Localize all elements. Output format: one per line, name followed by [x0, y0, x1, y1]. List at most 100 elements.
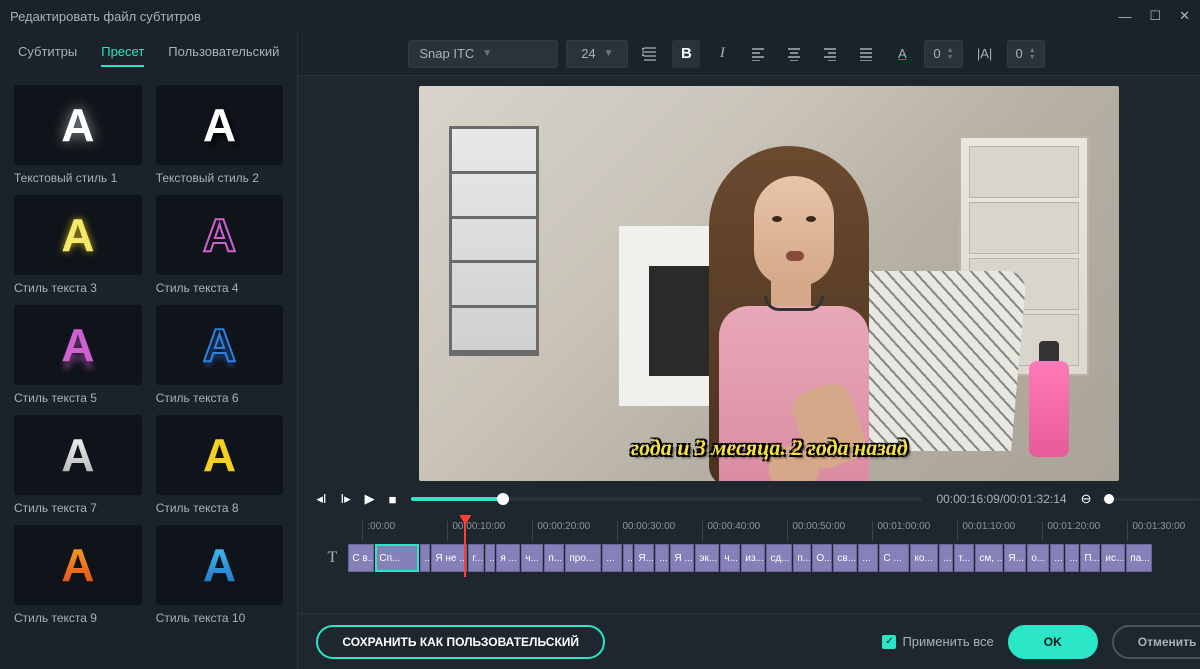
ruler-tick: 00:01:00:00	[872, 521, 957, 541]
preset-label: Стиль текста 5	[14, 391, 142, 405]
subtitle-clip[interactable]: Я...	[634, 544, 654, 572]
subtitle-clip[interactable]: ч...	[720, 544, 740, 572]
font-select-value: Snap ITC	[419, 46, 474, 61]
line-height-button[interactable]	[636, 40, 664, 68]
subtitle-clip[interactable]: о...	[1027, 544, 1049, 572]
play-button[interactable]: ▶	[365, 491, 375, 507]
subtitle-clip[interactable]: т...	[954, 544, 974, 572]
close-button[interactable]: ✕	[1179, 8, 1190, 24]
tab-preset[interactable]: Пресет	[101, 44, 144, 67]
playhead[interactable]	[464, 517, 466, 577]
subtitle-clip[interactable]: про...	[565, 544, 601, 572]
preset-item[interactable]: AСтиль текста 3	[14, 195, 142, 295]
subtitle-clip[interactable]: ...	[602, 544, 622, 572]
next-frame-button[interactable]: I▸	[341, 491, 351, 507]
tab-custom[interactable]: Пользовательский	[168, 44, 279, 67]
subtitle-clip[interactable]: ...	[858, 544, 878, 572]
timeline: :00:0000:00:10:0000:00:20:0000:00:30:000…	[312, 517, 1200, 575]
progress-bar[interactable]	[411, 497, 923, 501]
preset-item[interactable]: AСтиль текста 8	[156, 415, 284, 515]
spinner-arrows-icon[interactable]: ▲▼	[947, 47, 954, 61]
preset-label: Текстовый стиль 1	[14, 171, 142, 185]
italic-button[interactable]: I	[708, 40, 736, 68]
align-justify-button[interactable]	[852, 40, 880, 68]
subtitle-clip[interactable]: П...	[1080, 544, 1100, 572]
preset-item[interactable]: AСтиль текста 6	[156, 305, 284, 405]
zoom-out-button[interactable]: ⊖	[1081, 491, 1092, 507]
preset-item[interactable]: AТекстовый стиль 1	[14, 85, 142, 185]
text-toolbar: Snap ITC ▼ 24 ▼ B I A 0 ▲▼ |A| 0 ▲▼	[298, 32, 1200, 76]
subtitle-clip[interactable]: ...	[623, 544, 633, 572]
apply-all-checkbox[interactable]: ✓ Применить все	[882, 634, 993, 649]
subtitle-clip[interactable]: Я ...	[670, 544, 694, 572]
size-select[interactable]: 24 ▼	[566, 40, 628, 68]
bottom-bar: СОХРАНИТЬ КАК ПОЛЬЗОВАТЕЛЬСКИЙ ✓ Примени…	[298, 613, 1200, 669]
preset-item[interactable]: AТекстовый стиль 2	[156, 85, 284, 185]
subtitle-clip[interactable]: Я не ...	[431, 544, 467, 572]
subtitle-clip[interactable]: ...	[485, 544, 495, 572]
letter-width-value: 0	[1016, 46, 1023, 61]
timeline-ruler[interactable]: :00:0000:00:10:0000:00:20:0000:00:30:000…	[362, 521, 1200, 541]
preset-label: Стиль текста 6	[156, 391, 284, 405]
stop-button[interactable]: ■	[389, 492, 397, 507]
window-controls: — ☐ ✕	[1118, 8, 1190, 24]
subtitle-clip[interactable]: я ...	[496, 544, 520, 572]
subtitle-clip[interactable]: эк...	[695, 544, 719, 572]
maximize-button[interactable]: ☐	[1149, 8, 1161, 24]
subtitle-clip[interactable]: ко...	[910, 544, 938, 572]
size-value: 24	[581, 46, 595, 61]
subtitle-clip[interactable]: см, ...	[975, 544, 1003, 572]
zoom-slider[interactable]	[1101, 498, 1200, 501]
player-controls: ◂I I▸ ▶ ■ 00:00:16:09/00:01:32:14 ⊖ ⊕	[312, 481, 1200, 517]
subtitle-clip[interactable]: О...	[812, 544, 832, 572]
subtitle-clip[interactable]: п...	[544, 544, 564, 572]
ruler-tick: 00:01:30:00	[1127, 521, 1200, 541]
text-track-icon: T	[316, 549, 348, 567]
char-spacing-input[interactable]: 0 ▲▼	[924, 40, 962, 68]
subtitle-clip[interactable]: ...	[420, 544, 430, 572]
text-color-button[interactable]: A	[888, 40, 916, 68]
align-right-button[interactable]	[816, 40, 844, 68]
subtitle-clip[interactable]: п...	[793, 544, 811, 572]
letter-width-input[interactable]: 0 ▲▼	[1007, 40, 1045, 68]
letter-width-button[interactable]: |A|	[971, 40, 999, 68]
ok-button[interactable]: OK	[1008, 625, 1098, 659]
font-select[interactable]: Snap ITC ▼	[408, 40, 558, 68]
subtitle-clip[interactable]: С в...	[348, 544, 374, 572]
subtitle-track[interactable]: С в...Сп......Я не ...г......я ...ч...п.…	[348, 544, 1200, 572]
save-as-custom-button[interactable]: СОХРАНИТЬ КАК ПОЛЬЗОВАТЕЛЬСКИЙ	[316, 625, 605, 659]
prev-frame-button[interactable]: ◂I	[316, 491, 326, 507]
subtitle-clip[interactable]: ч...	[521, 544, 543, 572]
spinner-arrows-icon[interactable]: ▲▼	[1029, 47, 1036, 61]
cancel-button[interactable]: Отменить	[1112, 625, 1200, 659]
preset-item[interactable]: AСтиль текста 10	[156, 525, 284, 625]
subtitle-clip[interactable]: ...	[1050, 544, 1064, 572]
subtitle-clip[interactable]: Я...	[1004, 544, 1026, 572]
preset-label: Стиль текста 8	[156, 501, 284, 515]
subtitle-clip[interactable]: ...	[939, 544, 953, 572]
subtitle-clip[interactable]: сд...	[766, 544, 792, 572]
video-preview[interactable]: года и 3 месяца. 2 года назад	[419, 86, 1119, 481]
subtitle-clip[interactable]: г...	[468, 544, 484, 572]
sidebar: Субтитры Пресет Пользовательский AТексто…	[0, 32, 298, 669]
minimize-button[interactable]: —	[1118, 9, 1131, 24]
preset-item[interactable]: AСтиль текста 9	[14, 525, 142, 625]
subtitle-clip[interactable]: ис...	[1101, 544, 1125, 572]
preset-item[interactable]: AСтиль текста 7	[14, 415, 142, 515]
subtitle-clip[interactable]: С ...	[879, 544, 909, 572]
subtitle-clip[interactable]: св...	[833, 544, 857, 572]
preset-item[interactable]: AСтиль текста 5	[14, 305, 142, 405]
preset-label: Стиль текста 9	[14, 611, 142, 625]
align-center-button[interactable]	[780, 40, 808, 68]
tab-subtitles[interactable]: Субтитры	[18, 44, 77, 67]
preset-item[interactable]: AСтиль текста 4	[156, 195, 284, 295]
subtitle-text: года и 3 месяца. 2 года назад	[631, 435, 908, 460]
subtitle-clip[interactable]: Сп...	[375, 544, 419, 572]
subtitle-clip[interactable]: ...	[1065, 544, 1079, 572]
align-left-button[interactable]	[744, 40, 772, 68]
bold-button[interactable]: B	[672, 40, 700, 68]
subtitle-clip[interactable]: ...	[655, 544, 669, 572]
ruler-tick: 00:00:30:00	[617, 521, 702, 541]
subtitle-clip[interactable]: па...	[1126, 544, 1152, 572]
subtitle-clip[interactable]: из...	[741, 544, 765, 572]
